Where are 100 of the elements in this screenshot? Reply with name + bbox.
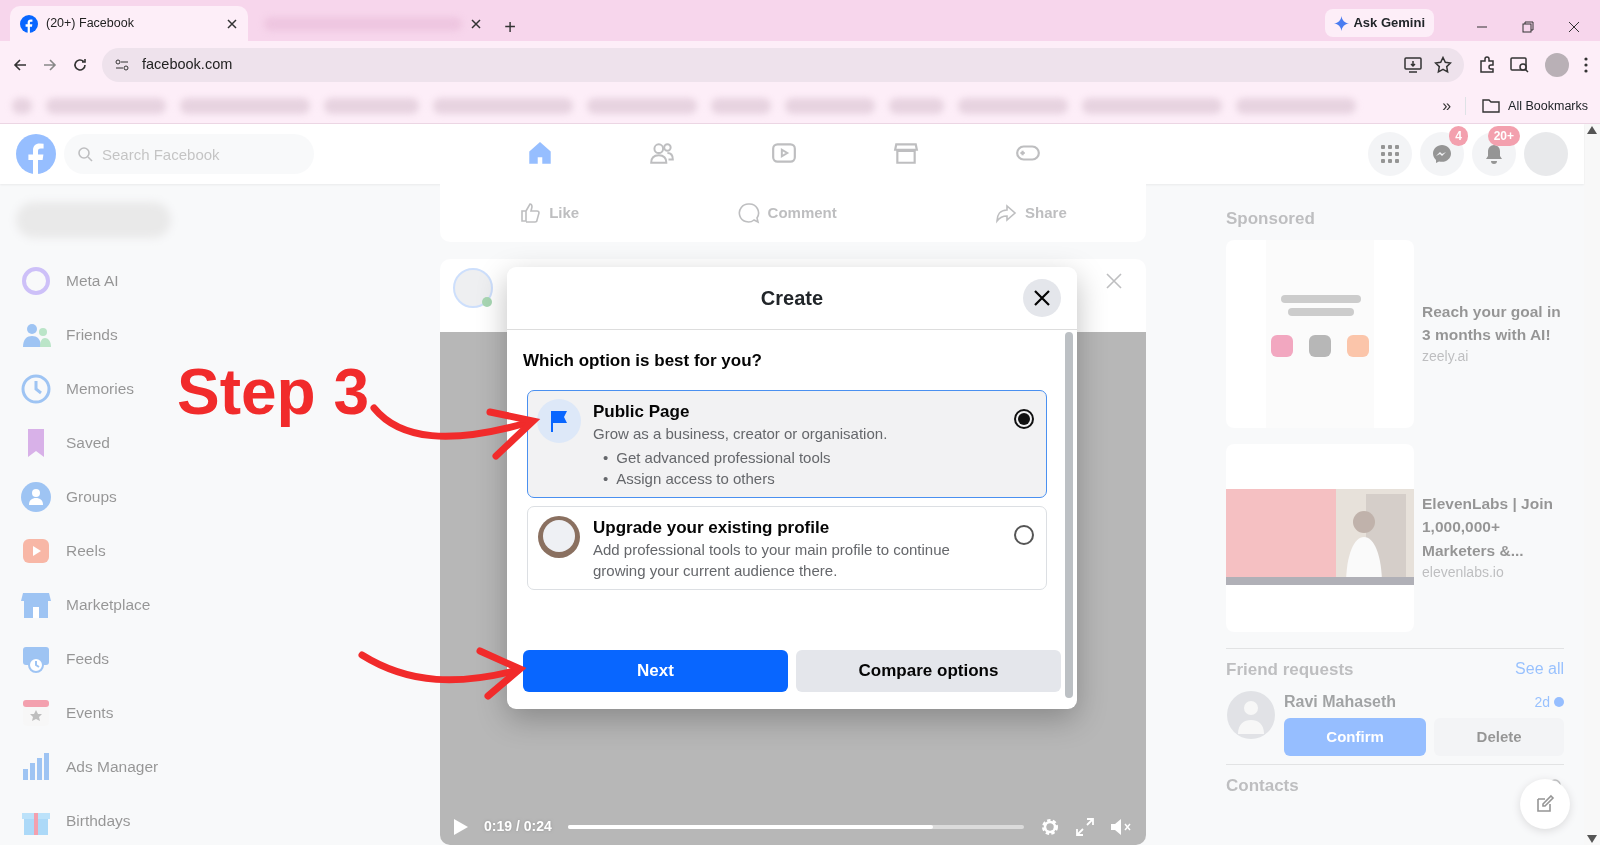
sidebar-item[interactable]: Meta AI [0, 254, 131, 308]
video-time: 0:19 / 0:24 [484, 817, 552, 836]
next-button[interactable]: Next [523, 650, 788, 692]
sidebar-item[interactable]: Marketplace [0, 578, 163, 632]
bookmark-item[interactable] [46, 98, 166, 114]
puzzle-icon[interactable] [1478, 56, 1496, 74]
more-bookmarks-button[interactable]: » [1442, 94, 1452, 118]
close-icon[interactable] [470, 17, 482, 30]
messenger-button[interactable] [1420, 132, 1464, 176]
dialog-scrollbar[interactable] [1065, 332, 1073, 698]
bookmark-item[interactable] [587, 98, 697, 114]
ring-icon [20, 265, 52, 297]
bookmark-item[interactable] [785, 98, 875, 114]
menu-button[interactable] [1368, 132, 1412, 176]
bell-icon [1484, 144, 1504, 164]
sparkle-icon [1334, 15, 1350, 31]
compare-options-button[interactable]: Compare options [796, 650, 1061, 692]
request-time: 2d [1534, 692, 1550, 712]
all-bookmarks-button[interactable]: All Bookmarks [1465, 96, 1588, 116]
ad-title[interactable]: ElevenLabs | Join 1,000,000+ Marketers &... [1422, 492, 1562, 562]
bullet-marker: • [603, 448, 609, 469]
ad-domain: elevenlabs.io [1422, 562, 1505, 582]
option-title: Public Page [593, 400, 691, 423]
friend-name[interactable]: Ravi Mahaseth [1284, 690, 1397, 714]
radio-button[interactable] [1014, 524, 1034, 545]
post-action-button[interactable]: Like [519, 201, 580, 225]
sidebar-item[interactable]: Feeds [0, 632, 122, 686]
more-icon[interactable] [1584, 57, 1588, 73]
bullet-item: Assign access to others [616, 468, 775, 489]
url-text: facebook.com [142, 55, 234, 75]
restore-icon[interactable] [1522, 21, 1534, 33]
dialog-question: Which option is best for you? [523, 350, 763, 372]
sidebar-item[interactable]: Birthdays [0, 794, 143, 845]
progress-track[interactable] [567, 824, 1024, 829]
messenger-icon [1432, 144, 1452, 164]
close-icon[interactable] [226, 17, 238, 30]
option-title: Upgrade your existing profile [593, 516, 831, 539]
forward-icon[interactable] [42, 57, 58, 73]
confirm-button[interactable]: Confirm [1284, 718, 1427, 756]
post-action-button[interactable]: Comment [737, 201, 837, 225]
reload-icon[interactable] [72, 57, 88, 73]
search-icon [77, 146, 93, 162]
post-action-button[interactable]: Share [995, 201, 1067, 225]
play-icon[interactable] [454, 818, 468, 835]
scroll-up-icon[interactable] [1587, 126, 1597, 134]
notification-badge: 4 [1449, 126, 1468, 146]
scrollbar[interactable] [1584, 124, 1600, 845]
bookmark-item[interactable] [433, 98, 573, 114]
install-app-icon[interactable] [1404, 56, 1422, 74]
browser-tab[interactable]: (20+) Facebook [10, 6, 248, 41]
delete-button[interactable]: Delete [1434, 718, 1564, 756]
option-description: Add professional tools to your main profile to continue growing your current audience there. [593, 540, 951, 581]
sidebar-item[interactable]: Reels [0, 524, 118, 578]
close-button[interactable] [1023, 279, 1061, 317]
close-icon [1034, 290, 1050, 306]
star-icon[interactable] [1434, 56, 1452, 74]
sidebar-item[interactable]: Saved [0, 416, 122, 470]
bookmark-item[interactable] [12, 98, 32, 114]
avatar-icon [537, 514, 581, 559]
bookmark-item[interactable] [1082, 98, 1222, 114]
bookmark-item[interactable] [1236, 98, 1356, 114]
sidebar-item[interactable]: Groups [0, 470, 129, 524]
bookmark-item[interactable] [711, 98, 771, 114]
clock-icon [20, 373, 52, 405]
sidebar-item[interactable]: Friends [0, 308, 130, 362]
edit-icon [1535, 794, 1555, 814]
bookmark-item[interactable] [180, 98, 310, 114]
bookmark-item[interactable] [324, 98, 419, 114]
sidebar-item[interactable]: Events [0, 686, 126, 740]
ask-gemini-button[interactable]: Ask Gemini [1325, 9, 1434, 37]
notifications-button[interactable] [1472, 132, 1516, 176]
address-bar[interactable]: facebook.com [102, 48, 1464, 82]
close-icon[interactable] [1568, 21, 1580, 33]
grid-icon [1381, 145, 1399, 163]
unread-dot-icon [1554, 697, 1564, 707]
tab-search-icon[interactable] [1510, 56, 1530, 74]
option-card[interactable]: Public Page Grow as a business, creator or organisation. • Get advanced professional tools • Assign access to others [527, 389, 1047, 498]
ad-domain: zeely.ai [1422, 347, 1470, 367]
back-icon[interactable] [12, 57, 28, 73]
bookmark-item[interactable] [889, 98, 944, 114]
sidebar-item[interactable]: Memories [0, 362, 147, 416]
ad-title[interactable]: Reach your goal in 3 months with AI! [1422, 299, 1562, 347]
avatar-icon [452, 267, 494, 309]
site-settings-icon[interactable] [114, 57, 130, 73]
radio-button[interactable] [1014, 408, 1034, 429]
group-icon [20, 481, 52, 513]
sidebar-item[interactable]: Ads Manager [0, 740, 171, 794]
facebook-logo-icon [20, 14, 38, 33]
muted-speaker-icon[interactable] [1110, 817, 1132, 836]
profile-avatar-icon[interactable] [1544, 52, 1570, 78]
option-card[interactable]: Upgrade your existing profile Add professional tools to your main profile to continue growing your current audience there. [527, 505, 1047, 590]
gear-icon[interactable] [1040, 816, 1060, 837]
see-all-link[interactable]: See all [1515, 657, 1564, 682]
new-tab-button[interactable]: + [498, 17, 522, 37]
scroll-down-icon[interactable] [1587, 835, 1597, 843]
new-message-button[interactable] [1520, 779, 1570, 829]
house-icon [527, 139, 553, 166]
bookmark-item[interactable] [958, 98, 1068, 114]
fullscreen-icon[interactable] [1076, 817, 1094, 836]
option-description: Grow as a business, creator or organisation. [593, 424, 889, 444]
